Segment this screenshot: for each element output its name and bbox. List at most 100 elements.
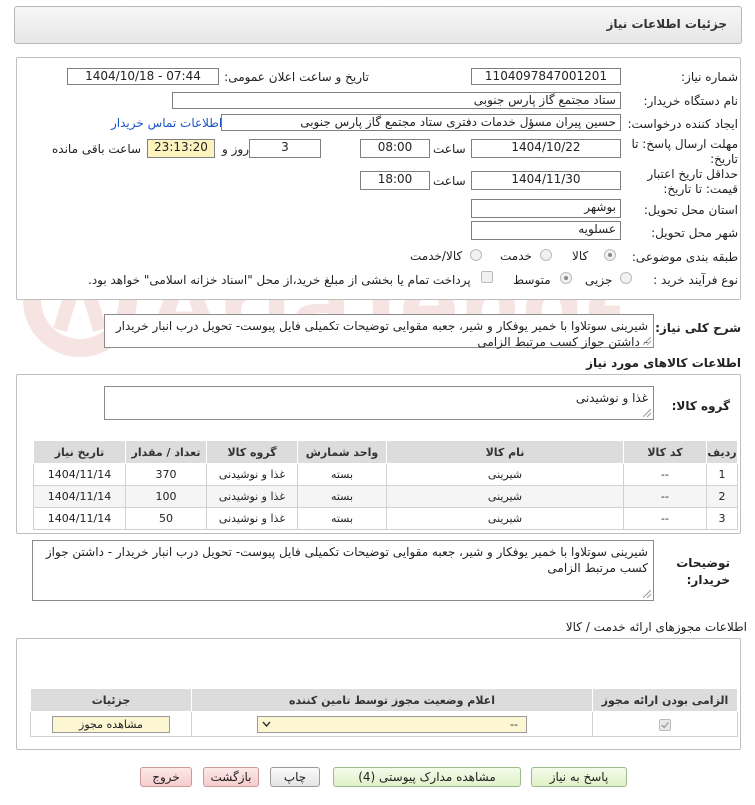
deadline-date-field: 1404/10/22 <box>471 139 621 158</box>
process-radio-minor[interactable] <box>620 272 632 284</box>
table-cell: 1404/11/14 <box>33 485 126 508</box>
exit-button[interactable]: خروج <box>140 767 192 787</box>
days-label: روز و <box>222 142 249 156</box>
table-cell: بسته <box>297 463 387 486</box>
table-cell: شیرینی <box>386 507 624 530</box>
validity-label: حداقل تاریخ اعتبار <box>647 167 738 181</box>
column-header: واحد شمارش <box>297 440 387 464</box>
buyer-notes-text: شیرینی سوتلاوا با خمیر یوفکار و شیر، جعب… <box>45 545 648 575</box>
creator-field: حسین پیران مسؤل خدمات دفتری ستاد مجتمع گ… <box>221 114 621 131</box>
category-radio-service[interactable] <box>540 249 552 261</box>
category-label: طبقه بندی موضوعی: <box>631 250 738 264</box>
table-cell: 100 <box>125 485 207 508</box>
column-header: اعلام وضعیت مجوز توسط تامین کننده <box>191 688 593 712</box>
category-option-goods-service: کالا/خدمت <box>410 249 463 263</box>
days-field: 3 <box>249 139 321 158</box>
remaining-label: ساعت باقی مانده <box>52 142 142 156</box>
column-header: الزامی بودن ارائه مجوز <box>592 688 738 712</box>
table-cell: غذا و نوشیدنی <box>206 507 298 530</box>
announce-label: تاریخ و ساعت اعلان عمومی: <box>224 70 369 84</box>
column-header: گروه کالا <box>206 440 298 464</box>
column-header: جزئیات <box>30 688 192 712</box>
print-button[interactable]: چاپ <box>270 767 320 787</box>
table-cell: غذا و نوشیدنی <box>206 485 298 508</box>
table-cell: مشاهده مجوز <box>30 711 192 737</box>
page-title: جزئیات اطلاعات نیاز <box>606 17 727 31</box>
buyer-org-label: نام دستگاه خریدار: <box>643 94 739 108</box>
table-cell: -- <box>623 507 707 530</box>
process-radio-medium[interactable] <box>560 272 572 284</box>
permit-status-select[interactable]: -- <box>257 715 527 733</box>
table-cell: غذا و نوشیدنی <box>206 463 298 486</box>
payment-note: پرداخت تمام یا بخشی از مبلغ خرید،از محل … <box>88 273 471 287</box>
table-cell: -- <box>191 711 593 737</box>
column-header: تاریخ نیاز <box>33 440 126 464</box>
column-header: نام کالا <box>386 440 624 464</box>
permits-section-title: اطلاعات مجوزهای ارائه خدمت / کالا <box>565 620 747 634</box>
summary-text: شیرینی سوتلاوا با خمیر یوفکار و شیر، جعب… <box>115 319 648 349</box>
back-button[interactable]: بازگشت <box>203 767 259 787</box>
category-radio-goods[interactable] <box>604 249 616 261</box>
table-cell: -- <box>623 463 707 486</box>
summary-label: شرح کلی نیاز: <box>655 321 741 335</box>
view-permit-button[interactable]: مشاهده مجوز <box>52 715 170 733</box>
category-option-goods: کالا <box>572 249 589 263</box>
treasury-payment-checkbox[interactable] <box>481 271 493 283</box>
table-cell: 370 <box>125 463 207 486</box>
goods-table: ردیف کد کالا نام کالا واحد شمارش گروه کا… <box>33 440 738 530</box>
need-number-field: 1104097847001201 <box>471 68 621 85</box>
process-option-medium: متوسط <box>513 273 551 287</box>
attachments-button[interactable]: مشاهده مدارک پیوستی (4) <box>333 767 521 787</box>
chevron-down-icon <box>262 721 271 727</box>
resize-grip-icon <box>643 590 651 598</box>
category-radio-goods-service[interactable] <box>470 249 482 261</box>
table-cell: 2 <box>706 485 738 508</box>
announce-field: 1404/10/18 - 07:44 <box>67 68 219 85</box>
permits-table-header: الزامی بودن ارائه مجوز اعلام وضعیت مجوز … <box>30 688 738 712</box>
buyer-notes-label: توضیحات <box>676 556 730 570</box>
table-cell: بسته <box>297 507 387 530</box>
required-checkbox[interactable] <box>659 718 671 731</box>
table-cell: 3 <box>706 507 738 530</box>
table-cell: 1 <box>706 463 738 486</box>
summary-textarea[interactable]: شیرینی سوتلاوا با خمیر یوفکار و شیر، جعب… <box>104 314 654 349</box>
goods-group-field: غذا و نوشیدنی <box>104 386 654 420</box>
table-cell <box>592 711 738 737</box>
check-icon <box>661 721 669 728</box>
column-header: ردیف <box>706 440 738 464</box>
validity-date-field: 1404/11/30 <box>471 171 621 190</box>
validity-time-field: 18:00 <box>360 171 430 190</box>
table-row: 3 -- شیرینی بسته غذا و نوشیدنی 50 1404/1… <box>33 507 738 530</box>
deadline-label-2: تاریخ: <box>710 152 738 166</box>
table-row: 2 -- شیرینی بسته غذا و نوشیدنی 100 1404/… <box>33 485 738 508</box>
page-header: جزئیات اطلاعات نیاز <box>14 6 742 44</box>
validity-label-2: قیمت: تا تاریخ: <box>663 182 738 196</box>
remaining-time-field: 23:13:20 <box>147 139 215 158</box>
province-label: استان محل تحویل: <box>643 203 738 217</box>
table-row: -- مشاهده مجوز <box>30 711 738 737</box>
reply-button[interactable]: پاسخ به نیاز <box>531 767 627 787</box>
column-header: کد کالا <box>623 440 707 464</box>
time-label: ساعت <box>433 142 466 156</box>
creator-label: ایجاد کننده درخواست: <box>627 117 738 131</box>
table-cell: بسته <box>297 485 387 508</box>
table-cell: شیرینی <box>386 463 624 486</box>
buyer-notes-textarea[interactable]: شیرینی سوتلاوا با خمیر یوفکار و شیر، جعب… <box>32 540 654 601</box>
deadline-label: مهلت ارسال پاسخ: تا <box>631 137 738 151</box>
goods-section-title: اطلاعات کالاهای مورد نیاز <box>586 356 741 370</box>
goods-group-value: غذا و نوشیدنی <box>575 391 648 405</box>
contact-info-link[interactable]: اطلاعات تماس خریدار <box>111 116 222 130</box>
deadline-time-field: 08:00 <box>360 139 430 158</box>
permit-status-value: -- <box>510 717 518 731</box>
table-cell: -- <box>623 485 707 508</box>
validity-time-label: ساعت <box>433 174 466 188</box>
city-field: عسلویه <box>471 221 621 240</box>
table-cell: 1404/11/14 <box>33 463 126 486</box>
table-cell: 50 <box>125 507 207 530</box>
resize-grip-icon <box>643 337 651 345</box>
table-row: 1 -- شیرینی بسته غذا و نوشیدنی 370 1404/… <box>33 463 738 486</box>
goods-table-header: ردیف کد کالا نام کالا واحد شمارش گروه کا… <box>33 440 738 464</box>
category-option-service: خدمت <box>500 249 532 263</box>
resize-grip-icon <box>643 409 651 417</box>
process-option-minor: جزیی <box>585 273 613 287</box>
